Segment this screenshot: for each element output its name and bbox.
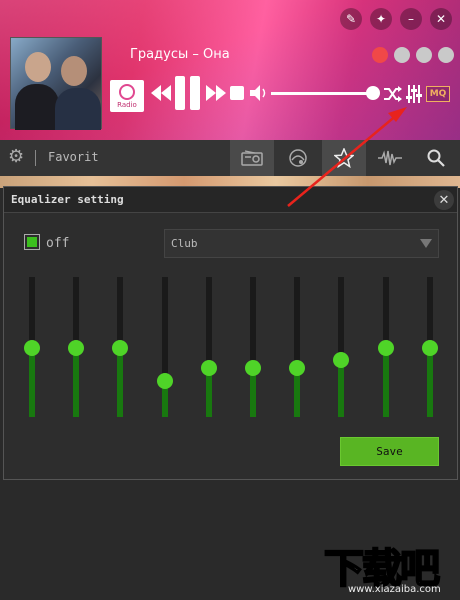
shuffle-icon[interactable] <box>384 86 402 102</box>
record-dot[interactable] <box>372 47 388 63</box>
band-knob[interactable] <box>156 372 173 389</box>
toolbar-divider <box>35 150 36 166</box>
next-icon[interactable] <box>205 84 227 102</box>
share-icon[interactable] <box>438 47 454 63</box>
equalizer-dialog: Equalizer setting ✕ off Club Save <box>3 186 458 480</box>
band-slider[interactable] <box>420 277 440 417</box>
band-knob[interactable] <box>421 340 438 357</box>
equalizer-icon[interactable] <box>406 85 422 103</box>
band-knob[interactable] <box>289 360 306 376</box>
minimize-icon[interactable]: – <box>400 8 422 30</box>
chevron-down-icon <box>420 239 432 248</box>
player-panel: ✎ ✦ – ✕ Градусы – Она Radio MQ <box>0 0 460 140</box>
band-slider[interactable] <box>199 277 219 417</box>
band-knob[interactable] <box>200 360 217 376</box>
band-knob[interactable] <box>377 340 394 357</box>
band-slider[interactable] <box>66 277 86 417</box>
station-logo-text: Radio <box>117 101 137 109</box>
band-fill <box>382 348 389 417</box>
volume-knob[interactable] <box>366 86 380 100</box>
equalizer-enable-label: off <box>46 236 70 251</box>
watermark-site: www.xiazaiba.com <box>348 584 441 595</box>
tab-search[interactable] <box>414 140 458 176</box>
previous-icon[interactable] <box>150 84 172 102</box>
search-icon <box>427 149 445 167</box>
main-toolbar: ⚙ Favorit <box>0 140 460 176</box>
watermark: 下载吧 www.xiazaiba.com <box>318 536 458 598</box>
quality-badge[interactable]: MQ <box>426 86 450 102</box>
preset-select[interactable]: Club <box>164 229 439 258</box>
band-fill <box>426 348 433 417</box>
dialog-title: Equalizer setting <box>11 193 124 206</box>
volume-slider[interactable] <box>271 92 371 95</box>
share-icon[interactable] <box>416 47 432 63</box>
favorite-label[interactable]: Favorit <box>48 150 99 164</box>
band-knob[interactable] <box>333 351 350 368</box>
band-slider[interactable] <box>22 277 42 417</box>
band-knob[interactable] <box>112 340 129 357</box>
preset-value: Club <box>171 237 198 250</box>
tab-radio[interactable] <box>230 140 274 176</box>
band-knob[interactable] <box>24 340 40 357</box>
dialog-header: Equalizer setting ✕ <box>4 187 457 213</box>
close-icon[interactable]: ✕ <box>434 190 454 210</box>
band-knob[interactable] <box>245 360 261 376</box>
radio-icon <box>241 150 263 166</box>
band-fill <box>117 348 124 417</box>
tab-visualizer[interactable] <box>368 140 412 176</box>
band-slider[interactable] <box>155 277 175 417</box>
pause-icon[interactable] <box>173 76 203 110</box>
band-slider[interactable] <box>110 277 130 417</box>
band-slider[interactable] <box>243 277 263 417</box>
band-slider[interactable] <box>287 277 307 417</box>
stop-icon[interactable] <box>230 86 244 100</box>
tab-genre[interactable] <box>276 140 320 176</box>
share-icon[interactable] <box>394 47 410 63</box>
band-fill <box>73 348 80 417</box>
share-buttons <box>372 47 454 63</box>
band-fill <box>29 348 35 417</box>
equalizer-enable-checkbox[interactable] <box>24 234 40 250</box>
band-slider[interactable] <box>376 277 396 417</box>
close-icon[interactable]: ✕ <box>430 8 452 30</box>
window-controls: ✎ ✦ – ✕ <box>340 8 452 30</box>
pin-icon[interactable]: ✦ <box>370 8 392 30</box>
band-slider[interactable] <box>331 277 351 417</box>
album-cover <box>10 37 102 130</box>
band-knob[interactable] <box>68 340 85 357</box>
track-title: Градусы – Она <box>130 47 230 62</box>
station-logo[interactable]: Radio <box>110 80 144 112</box>
wrench-icon[interactable]: ✎ <box>340 8 362 30</box>
genre-icon <box>289 149 307 167</box>
save-button[interactable]: Save <box>340 437 439 466</box>
band-fill <box>338 359 345 417</box>
wave-icon <box>378 150 402 166</box>
volume-icon[interactable] <box>250 85 268 101</box>
gear-icon[interactable]: ⚙ <box>8 147 28 167</box>
tab-favorites[interactable] <box>322 140 366 176</box>
star-icon <box>334 148 354 168</box>
